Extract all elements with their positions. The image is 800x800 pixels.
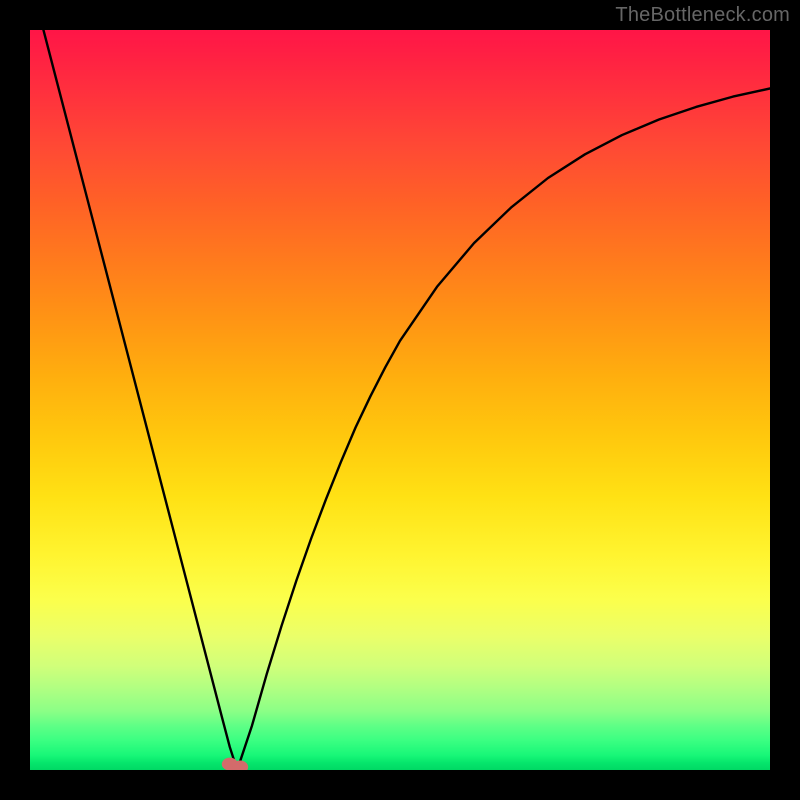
bottleneck-curve [30,30,770,770]
bottleneck-curve-layer [30,30,770,770]
watermark-text: TheBottleneck.com [615,4,790,27]
markers-group [222,758,248,770]
plot-area [30,30,770,770]
chart-frame: TheBottleneck.com [0,0,800,800]
